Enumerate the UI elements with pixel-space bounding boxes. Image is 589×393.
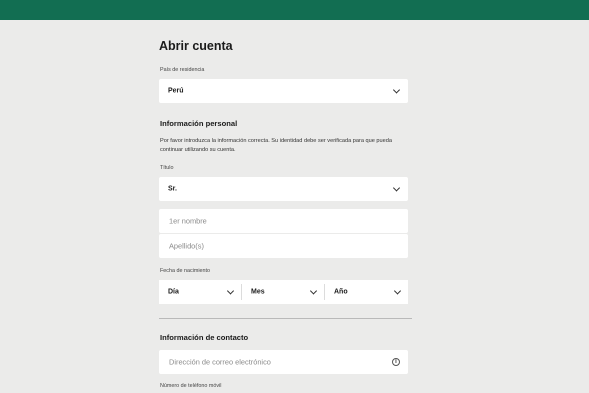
personal-info-description: Por favor introduzca la información corr… — [160, 138, 392, 153]
phone-label: Número de teléfono móvil — [160, 383, 222, 389]
dob-day-value: Día — [168, 288, 179, 296]
dob-year-value: Año — [334, 288, 348, 296]
info-icon[interactable]: i — [392, 358, 400, 366]
surname-input[interactable]: Apellido(s) — [159, 234, 408, 258]
top-header-bar — [0, 0, 589, 20]
country-value: Perú — [168, 87, 184, 95]
personal-info-heading: Información personal — [160, 119, 238, 128]
dob-month-value: Mes — [251, 288, 265, 296]
dob-label: Fecha de nacimiento — [160, 268, 211, 274]
chevron-down-icon — [393, 287, 402, 295]
dob-row: Día Mes Año — [159, 280, 408, 304]
section-divider — [159, 318, 412, 319]
chevron-down-icon — [226, 287, 235, 295]
chevron-down-icon — [309, 287, 318, 295]
email-placeholder: Dirección de correo electrónico — [169, 357, 271, 367]
dob-day-select[interactable]: Día — [159, 280, 241, 304]
chevron-down-icon — [392, 86, 401, 94]
surname-placeholder: Apellido(s) — [169, 241, 204, 251]
dob-month-select[interactable]: Mes — [242, 280, 324, 304]
contact-info-heading: Información de contacto — [160, 333, 249, 342]
title-label: Título — [160, 165, 174, 171]
page-title: Abrir cuenta — [159, 39, 233, 53]
first-name-placeholder: 1er nombre — [169, 216, 207, 226]
first-name-input[interactable]: 1er nombre — [159, 209, 408, 233]
dob-year-select[interactable]: Año — [325, 280, 408, 304]
title-value: Sr. — [168, 185, 177, 193]
country-label: País de residencia — [160, 67, 205, 73]
title-select[interactable]: Sr. — [159, 177, 408, 201]
email-input[interactable]: Dirección de correo electrónico i — [159, 350, 408, 374]
chevron-down-icon — [392, 184, 401, 192]
country-select[interactable]: Perú — [159, 79, 408, 103]
